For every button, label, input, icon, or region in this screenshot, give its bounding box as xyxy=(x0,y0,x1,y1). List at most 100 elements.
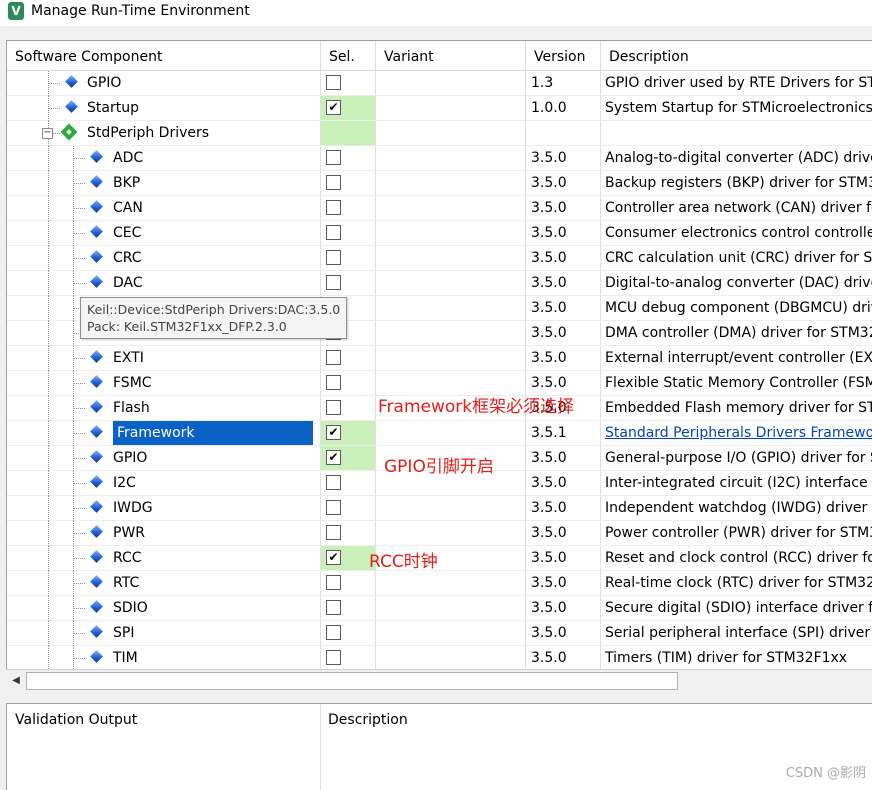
description-link[interactable]: Standard Peripherals Drivers Framework xyxy=(605,421,872,445)
component-cell[interactable]: PWR xyxy=(7,521,320,545)
documentation-link[interactable]: Standard Peripherals Drivers Framework xyxy=(605,425,872,441)
column-header-version[interactable]: Version xyxy=(526,41,601,70)
component-cell[interactable]: FSMC xyxy=(7,371,320,395)
select-checkbox[interactable] xyxy=(326,650,341,665)
select-checkbox[interactable] xyxy=(326,375,341,390)
select-checkbox[interactable] xyxy=(326,625,341,640)
select-checkbox[interactable] xyxy=(326,75,341,90)
component-cell[interactable]: CEC xyxy=(7,221,320,245)
variant-cell[interactable] xyxy=(376,346,525,370)
select-checkbox[interactable] xyxy=(326,250,341,265)
component-cell[interactable]: GPIO xyxy=(7,446,320,470)
component-cell[interactable]: TIM xyxy=(7,646,320,670)
table-row[interactable]: RTC 3.5.0 Real-time clock (RTC) driver for… xyxy=(7,571,872,596)
variant-cell[interactable] xyxy=(376,171,525,195)
component-cell[interactable]: Flash xyxy=(7,396,320,420)
description-cell: CRC calculation unit (CRC) driver for ST… xyxy=(605,250,872,266)
column-header-sel[interactable]: Sel. xyxy=(321,41,376,70)
table-row[interactable]: Framework ✔ 3.5.1 Standard Peripherals Driv… xyxy=(7,421,872,446)
select-checkbox[interactable]: ✔ xyxy=(326,425,341,440)
variant-cell[interactable] xyxy=(376,71,525,95)
component-cell[interactable]: I2C xyxy=(7,471,320,495)
component-cell[interactable]: SPI xyxy=(7,621,320,645)
select-checkbox[interactable] xyxy=(326,350,341,365)
select-checkbox[interactable] xyxy=(326,600,341,615)
select-checkbox[interactable] xyxy=(326,400,341,415)
scrollbar-thumb[interactable] xyxy=(26,672,678,690)
table-row[interactable]: ADC 3.5.0 Analog-to-digital converter (ADC… xyxy=(7,146,872,171)
column-header-software-component[interactable]: Software Component xyxy=(7,41,320,70)
variant-cell[interactable] xyxy=(376,571,525,595)
component-cell[interactable]: RCC xyxy=(7,546,320,570)
variant-cell[interactable] xyxy=(376,646,525,670)
variant-cell[interactable] xyxy=(376,146,525,170)
table-row[interactable]: SPI 3.5.0 Serial peripheral interface (SPI… xyxy=(7,621,872,646)
select-checkbox[interactable]: ✔ xyxy=(326,100,341,115)
table-row[interactable]: TIM 3.5.0 Timers (TIM) driver for STM32F1x… xyxy=(7,646,872,670)
table-row[interactable]: RCC ✔ 3.5.0 Reset and clock control (RCC) d… xyxy=(7,546,872,571)
variant-cell[interactable] xyxy=(376,421,525,445)
component-cell[interactable]: IWDG xyxy=(7,496,320,520)
variant-cell[interactable] xyxy=(376,196,525,220)
table-row[interactable]: CAN 3.5.0 Controller area network (CAN) dr… xyxy=(7,196,872,221)
component-cell[interactable]: EXTI xyxy=(7,346,320,370)
description-cell: Consumer electronics control controller … xyxy=(605,225,872,241)
variant-cell[interactable] xyxy=(376,321,525,345)
table-row[interactable]: Startup ✔ 1.0.0 System Startup for STMicroe… xyxy=(7,96,872,121)
column-header-variant[interactable]: Variant xyxy=(376,41,526,70)
title-bar: V Manage Run-Time Environment xyxy=(0,0,872,26)
table-row[interactable]: DAC 3.5.0 Digital-to-analog converter (DAC… xyxy=(7,271,872,296)
scroll-left-arrow-icon[interactable]: ◀ xyxy=(6,671,26,691)
table-row[interactable]: CEC 3.5.0 Consumer electronics control con… xyxy=(7,221,872,246)
variant-cell[interactable] xyxy=(376,96,525,120)
variant-cell[interactable] xyxy=(376,221,525,245)
table-row[interactable]: SDIO 3.5.0 Secure digital (SDIO) interface… xyxy=(7,596,872,621)
table-row[interactable]: EXTI 3.5.0 External interrupt/event contro… xyxy=(7,346,872,371)
horizontal-scrollbar[interactable]: ◀ xyxy=(6,669,872,692)
description-cell: General-purpose I/O (GPIO) driver for ST… xyxy=(605,450,872,466)
component-cell[interactable]: GPIO xyxy=(7,71,320,95)
description-cell: Secure digital (SDIO) interface driver f… xyxy=(605,600,872,616)
select-checkbox[interactable]: ✔ xyxy=(326,450,341,465)
component-cell[interactable]: BKP xyxy=(7,171,320,195)
select-checkbox[interactable]: ✔ xyxy=(326,550,341,565)
column-header-description[interactable]: Description xyxy=(601,41,872,70)
select-checkbox[interactable] xyxy=(326,275,341,290)
version-cell: 3.5.0 xyxy=(531,350,567,366)
variant-cell[interactable] xyxy=(376,296,525,320)
select-checkbox[interactable] xyxy=(326,225,341,240)
component-cell[interactable]: SDIO xyxy=(7,596,320,620)
component-cell[interactable]: DAC xyxy=(7,271,320,295)
select-checkbox[interactable] xyxy=(326,150,341,165)
component-cell[interactable]: − StdPeriph Drivers xyxy=(7,121,320,145)
variant-cell[interactable] xyxy=(376,521,525,545)
table-row[interactable]: − StdPeriph Drivers xyxy=(7,121,872,146)
table-row[interactable]: IWDG 3.5.0 Independent watchdog (IWDG) dri… xyxy=(7,496,872,521)
table-row[interactable]: PWR 3.5.0 Power controller (PWR) driver fo… xyxy=(7,521,872,546)
table-row[interactable]: BKP 3.5.0 Backup registers (BKP) driver fo… xyxy=(7,171,872,196)
component-name: GPIO xyxy=(113,450,148,466)
component-cell[interactable]: Framework xyxy=(7,421,320,445)
table-row[interactable]: GPIO 1.3 GPIO driver used by RTE Drivers f… xyxy=(7,71,872,96)
select-checkbox[interactable] xyxy=(326,200,341,215)
select-checkbox[interactable] xyxy=(326,575,341,590)
component-cell[interactable]: CAN xyxy=(7,196,320,220)
select-checkbox[interactable] xyxy=(326,525,341,540)
component-cell[interactable]: ADC xyxy=(7,146,320,170)
version-cell: 3.5.0 xyxy=(531,525,567,541)
select-checkbox[interactable] xyxy=(326,475,341,490)
component-cell[interactable]: RTC xyxy=(7,571,320,595)
collapse-icon[interactable]: − xyxy=(42,128,53,139)
variant-cell[interactable] xyxy=(376,621,525,645)
table-row[interactable]: CRC 3.5.0 CRC calculation unit (CRC) drive… xyxy=(7,246,872,271)
select-checkbox[interactable] xyxy=(326,175,341,190)
variant-cell[interactable] xyxy=(376,271,525,295)
select-checkbox[interactable] xyxy=(326,500,341,515)
variant-cell[interactable] xyxy=(376,496,525,520)
component-cell[interactable]: Startup xyxy=(7,96,320,120)
description-cell: Inter-integrated circuit (I2C) interface… xyxy=(605,475,872,491)
variant-cell[interactable] xyxy=(376,246,525,270)
variant-cell[interactable] xyxy=(376,121,525,145)
variant-cell[interactable] xyxy=(376,596,525,620)
component-cell[interactable]: CRC xyxy=(7,246,320,270)
